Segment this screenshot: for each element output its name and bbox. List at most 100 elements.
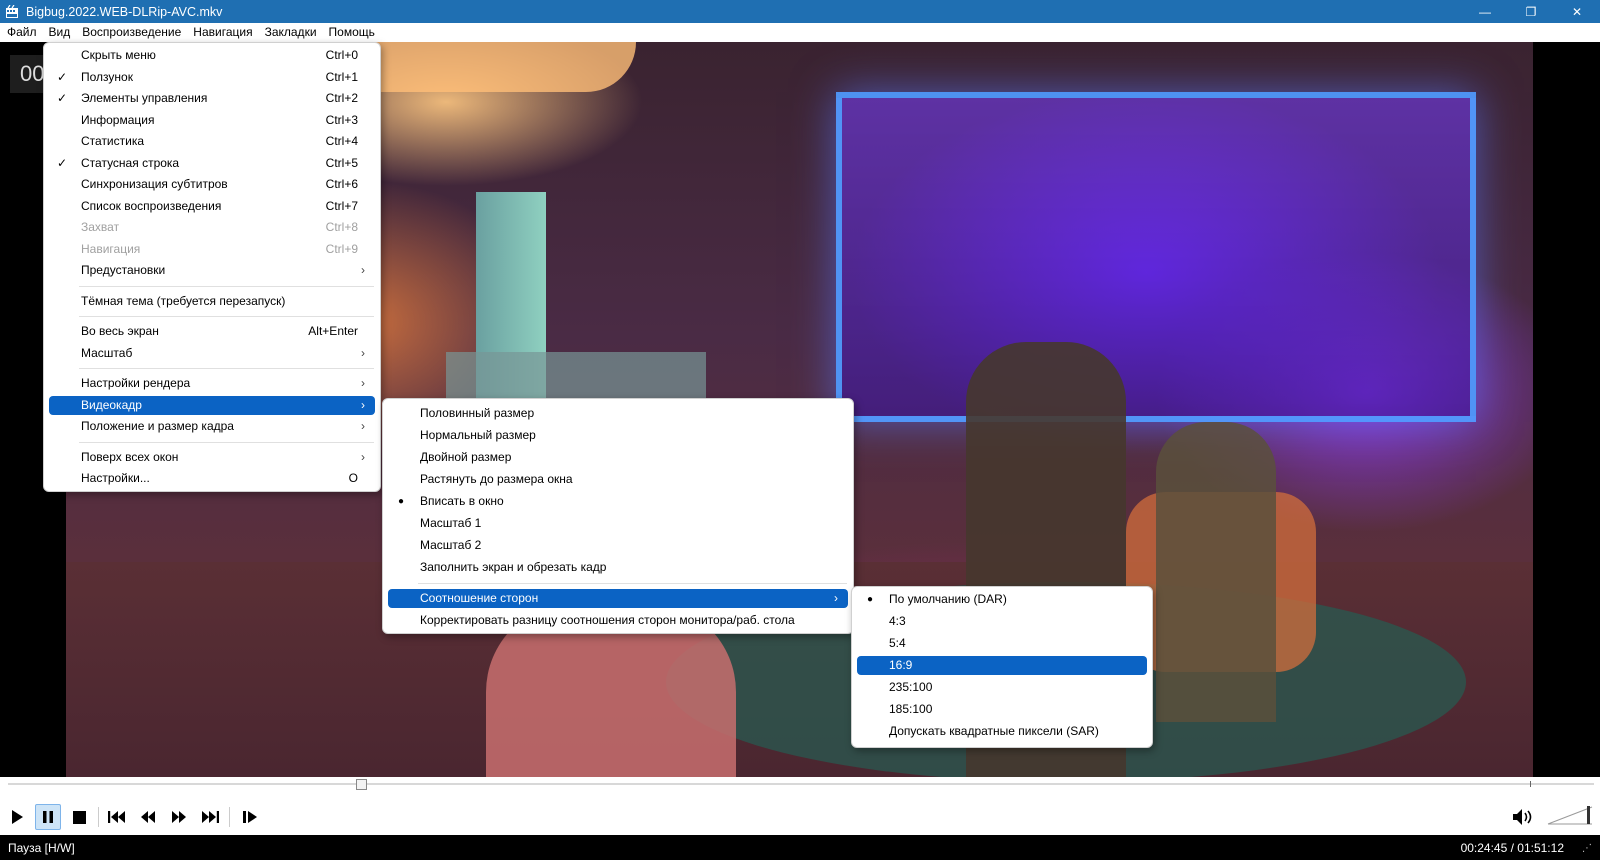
menu-item-aspect-5-4[interactable]: 5:4: [857, 634, 1147, 653]
menu-item-fill-crop[interactable]: Заполнить экран и обрезать кадр: [388, 558, 848, 577]
menu-item-zoom-1[interactable]: Масштаб 1: [388, 514, 848, 533]
menu-separator: [79, 442, 374, 443]
menu-item-correct-monitor-ar[interactable]: Корректировать разницу соотношения сторо…: [388, 611, 848, 630]
menu-view[interactable]: Вид: [42, 23, 77, 42]
chevron-right-icon: ›: [361, 419, 365, 433]
playback-time: 00:24:45 / 01:51:12: [1460, 841, 1564, 855]
radio-dot-icon: ●: [867, 594, 874, 605]
stop-icon: [72, 810, 86, 824]
menu-separator: [79, 286, 374, 287]
menu-item-video-frame[interactable]: Видеокадр ›: [49, 396, 375, 415]
next-button[interactable]: [197, 804, 223, 830]
chevron-right-icon: ›: [361, 263, 365, 277]
menu-navigation[interactable]: Навигация: [187, 23, 258, 42]
minimize-icon: —: [1479, 4, 1491, 19]
menu-item-normal-size[interactable]: Нормальный размер: [388, 426, 848, 445]
aspect-ratio-submenu: ● По умолчанию (DAR) 4:3 5:4 16:9 235:100…: [851, 586, 1153, 748]
window-title: Bigbug.2022.WEB-DLRip-AVC.mkv: [26, 4, 223, 19]
menu-item-aspect-235-100[interactable]: 235:100: [857, 678, 1147, 697]
menu-item-fit-window[interactable]: ● Вписать в окно: [388, 492, 848, 511]
chevron-right-icon: ›: [361, 376, 365, 390]
menu-item-zoom[interactable]: Масштаб ›: [49, 344, 375, 363]
chevron-right-icon: ›: [361, 398, 365, 412]
menu-separator: [79, 316, 374, 317]
minimize-button[interactable]: —: [1462, 0, 1508, 23]
menu-item-stretch-to-window[interactable]: Растянуть до размера окна: [388, 470, 848, 489]
skip-previous-icon: [108, 811, 125, 823]
menu-item-aspect-185-100[interactable]: 185:100: [857, 700, 1147, 719]
frame-step-button[interactable]: [237, 804, 263, 830]
window-controls: — ❐ ✕: [1462, 0, 1600, 23]
title-bar: Bigbug.2022.WEB-DLRip-AVC.mkv — ❐ ✕: [0, 0, 1600, 23]
menu-item-fullscreen[interactable]: Во весь экран Alt+Enter: [49, 322, 375, 341]
restore-icon: ❐: [1525, 4, 1537, 19]
resize-grip-icon[interactable]: ⋰: [1582, 843, 1592, 854]
volume-slider[interactable]: [1547, 805, 1593, 825]
menu-item-aspect-16-9[interactable]: 16:9: [857, 656, 1147, 675]
menu-item-presets[interactable]: Предустановки ›: [49, 261, 375, 280]
previous-button[interactable]: [104, 804, 130, 830]
close-icon: ✕: [1571, 4, 1583, 19]
control-bar: [0, 777, 1600, 835]
toolbar-separator: [229, 807, 230, 827]
menu-file[interactable]: Файл: [1, 23, 43, 42]
menu-playback[interactable]: Воспроизведение: [76, 23, 187, 42]
speaker-icon: [1513, 809, 1532, 825]
seek-bar[interactable]: [8, 783, 1594, 785]
menu-item-aspect-default[interactable]: ● По умолчанию (DAR): [857, 590, 1147, 609]
video-frame-submenu: Половинный размер Нормальный размер Двой…: [382, 398, 854, 634]
menu-item-double-size[interactable]: Двойной размер: [388, 448, 848, 467]
menu-item-dark-theme[interactable]: Тёмная тема (требуется перезапуск): [49, 292, 375, 311]
app-icon[interactable]: [4, 4, 20, 20]
menu-item-capture: Захват Ctrl+8: [81, 220, 358, 234]
chevron-right-icon: ›: [361, 450, 365, 464]
menu-item-aspect-4-3[interactable]: 4:3: [857, 612, 1147, 631]
menu-item-half-size[interactable]: Половинный размер: [388, 404, 848, 423]
menu-item-status-bar[interactable]: ✓ Статусная строка Ctrl+5: [49, 154, 375, 173]
rewind-button[interactable]: [135, 804, 161, 830]
fast-forward-icon: [172, 811, 186, 823]
view-menu: Скрыть меню Ctrl+0 ✓ Ползунок Ctrl+1 ✓ Элеме…: [43, 42, 381, 492]
mute-button[interactable]: [1510, 804, 1536, 830]
skip-next-icon: [202, 811, 219, 823]
menu-item-playlist[interactable]: Список воспроизведения Ctrl+7: [49, 197, 375, 216]
play-icon: [12, 810, 23, 824]
restore-button[interactable]: ❐: [1508, 0, 1554, 23]
menu-item-seekbar[interactable]: ✓ Ползунок Ctrl+1: [49, 68, 375, 87]
menu-separator: [418, 583, 847, 584]
check-icon: ✓: [57, 91, 68, 105]
chevron-right-icon: ›: [361, 346, 365, 360]
menu-separator: [79, 368, 374, 369]
menu-item-hide-menu[interactable]: Скрыть меню Ctrl+0: [49, 46, 375, 65]
seek-bar-end-marker: [1530, 781, 1531, 787]
menu-item-on-top[interactable]: Поверх всех окон ›: [49, 448, 375, 467]
menu-item-controls[interactable]: ✓ Элементы управления Ctrl+2: [49, 89, 375, 108]
toolbar-separator: [98, 807, 99, 827]
seek-bar-thumb[interactable]: [356, 779, 367, 790]
check-icon: ✓: [57, 70, 68, 84]
menu-item-options[interactable]: Настройки... O: [49, 469, 375, 488]
close-button[interactable]: ✕: [1554, 0, 1600, 23]
menu-item-navigation: Навигация Ctrl+9: [81, 242, 358, 256]
menu-item-aspect-sar[interactable]: Допускать квадратные пиксели (SAR): [857, 722, 1147, 741]
rewind-icon: [141, 811, 155, 823]
menu-item-pan-scan[interactable]: Положение и размер кадра ›: [49, 417, 375, 436]
chevron-right-icon: ›: [834, 591, 838, 605]
menu-help[interactable]: Помощь: [323, 23, 381, 42]
menu-item-statistics[interactable]: Статистика Ctrl+4: [49, 132, 375, 151]
scene-aquarium: [836, 92, 1476, 422]
menu-item-information[interactable]: Информация Ctrl+3: [49, 111, 375, 130]
menu-item-zoom-2[interactable]: Масштаб 2: [388, 536, 848, 555]
pause-button[interactable]: [35, 804, 61, 830]
check-icon: ✓: [57, 156, 68, 170]
status-bar: Пауза [H/W] 00:24:45 / 01:51:12 ⋰: [0, 835, 1600, 860]
menu-item-render-settings[interactable]: Настройки рендера ›: [49, 374, 375, 393]
fast-forward-button[interactable]: [166, 804, 192, 830]
play-button[interactable]: [4, 804, 30, 830]
menu-item-aspect-ratio[interactable]: Соотношение сторон ›: [388, 589, 848, 608]
menu-bookmarks[interactable]: Закладки: [259, 23, 323, 42]
menu-bar: Файл Вид Воспроизведение Навигация Закла…: [0, 23, 1600, 42]
time-overlay: 00: [10, 55, 46, 93]
menu-item-subtitle-sync[interactable]: Синхронизация субтитров Ctrl+6: [49, 175, 375, 194]
stop-button[interactable]: [66, 804, 92, 830]
